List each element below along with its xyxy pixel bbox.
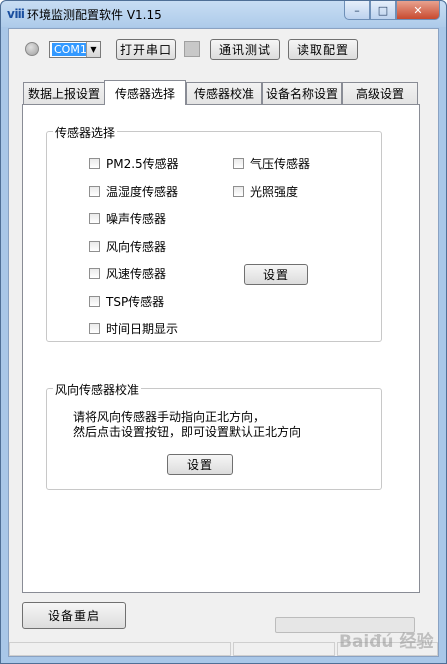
checkbox-label: 风向传感器 — [106, 240, 167, 254]
checkbox-wind-direction[interactable]: 风向传感器 — [89, 238, 166, 255]
checkbox-box[interactable] — [89, 186, 100, 197]
wind-calibration-group: 风向传感器校准 请将风向传感器手动指向正北方向， 然后点击设置按钮，即可设置默认… — [46, 381, 382, 490]
device-reboot-button[interactable]: 设备重启 — [22, 602, 126, 629]
wind-set-button[interactable]: 设置 — [167, 454, 233, 475]
client-area: COM1 ▼ 打开串口 通讯测试 读取配置 数据上报设置 传感器选择 传感器校准… — [8, 28, 439, 657]
sensor-select-group: 传感器选择 PM2.5传感器 温湿度传感器 噪声传感器 风向传感器 风速传感器 … — [46, 124, 382, 342]
watermark-logo: Baiđú 经验 — [339, 632, 434, 652]
tab-sensor-select[interactable]: 传感器选择 — [104, 80, 186, 105]
connection-status-indicator — [25, 42, 39, 56]
checkbox-wind-speed[interactable]: 风速传感器 — [89, 265, 166, 282]
checkbox-datetime-display[interactable]: 时间日期显示 — [89, 320, 178, 337]
read-config-button[interactable]: 读取配置 — [288, 39, 358, 60]
checkbox-tsp[interactable]: TSP传感器 — [89, 293, 164, 310]
window-controls: – □ ✕ — [344, 1, 440, 21]
close-icon: ✕ — [413, 3, 423, 17]
wind-instruction-line2: 然后点击设置按钮，即可设置默认正北方向 — [73, 425, 302, 439]
close-button[interactable]: ✕ — [396, 1, 440, 20]
checkbox-noise[interactable]: 噪声传感器 — [89, 210, 166, 227]
chevron-down-icon[interactable]: ▼ — [86, 42, 100, 57]
comm-test-button[interactable]: 通讯测试 — [210, 39, 280, 60]
maximize-icon: □ — [377, 3, 389, 17]
tab-sensor-calibration[interactable]: 传感器校准 — [186, 82, 262, 104]
wind-instruction-line1: 请将风向传感器手动指向正北方向， — [73, 410, 266, 424]
app-window: ⅷ 环境监测配置软件 V1.15 – □ ✕ COM1 ▼ 打开串口 通讯测试 … — [0, 0, 447, 664]
checkbox-box[interactable] — [89, 296, 100, 307]
checkbox-box[interactable] — [89, 268, 100, 279]
checkbox-pm25[interactable]: PM2.5传感器 — [89, 155, 179, 172]
status-segment — [233, 642, 335, 656]
open-port-button[interactable]: 打开串口 — [116, 39, 176, 60]
checkbox-label: 光照强度 — [250, 185, 299, 199]
checkbox-label: PM2.5传感器 — [106, 157, 179, 171]
checkbox-box[interactable] — [89, 158, 100, 169]
sensor-group-title: 传感器选择 — [53, 124, 118, 141]
checkbox-air-pressure[interactable]: 气压传感器 — [233, 155, 310, 172]
status-segment — [9, 642, 231, 656]
checkbox-box[interactable] — [233, 158, 244, 169]
checkbox-label: 风速传感器 — [106, 267, 167, 281]
window-title: 环境监测配置软件 V1.15 — [27, 8, 162, 22]
port-select-value: COM1 — [52, 43, 89, 56]
checkbox-label: TSP传感器 — [106, 295, 165, 309]
maximize-button[interactable]: □ — [370, 1, 396, 20]
checkbox-box[interactable] — [89, 241, 100, 252]
checkbox-box[interactable] — [89, 213, 100, 224]
checkbox-box[interactable] — [89, 323, 100, 334]
sensor-set-button[interactable]: 设置 — [244, 264, 308, 285]
checkbox-box[interactable] — [233, 186, 244, 197]
app-icon: ⅷ — [7, 7, 25, 21]
checkbox-light-intensity[interactable]: 光照强度 — [233, 183, 298, 200]
checkbox-temp-humidity[interactable]: 温湿度传感器 — [89, 183, 178, 200]
checkbox-label: 温湿度传感器 — [106, 185, 179, 199]
tab-panel-sensor-select: 传感器选择 PM2.5传感器 温湿度传感器 噪声传感器 风向传感器 风速传感器 … — [22, 104, 420, 593]
port-state-indicator — [184, 41, 200, 57]
checkbox-label: 气压传感器 — [250, 157, 311, 171]
tab-device-name[interactable]: 设备名称设置 — [262, 82, 342, 104]
tab-advanced[interactable]: 高级设置 — [342, 82, 418, 104]
wind-group-title: 风向传感器校准 — [53, 381, 142, 398]
minimize-icon: – — [354, 3, 360, 17]
checkbox-label: 时间日期显示 — [106, 322, 179, 336]
title-bar[interactable]: ⅷ 环境监测配置软件 V1.15 – □ ✕ — [1, 1, 446, 27]
port-select[interactable]: COM1 ▼ — [49, 41, 101, 58]
checkbox-label: 噪声传感器 — [106, 212, 167, 226]
tab-data-report[interactable]: 数据上报设置 — [23, 82, 105, 104]
minimize-button[interactable]: – — [344, 1, 370, 20]
